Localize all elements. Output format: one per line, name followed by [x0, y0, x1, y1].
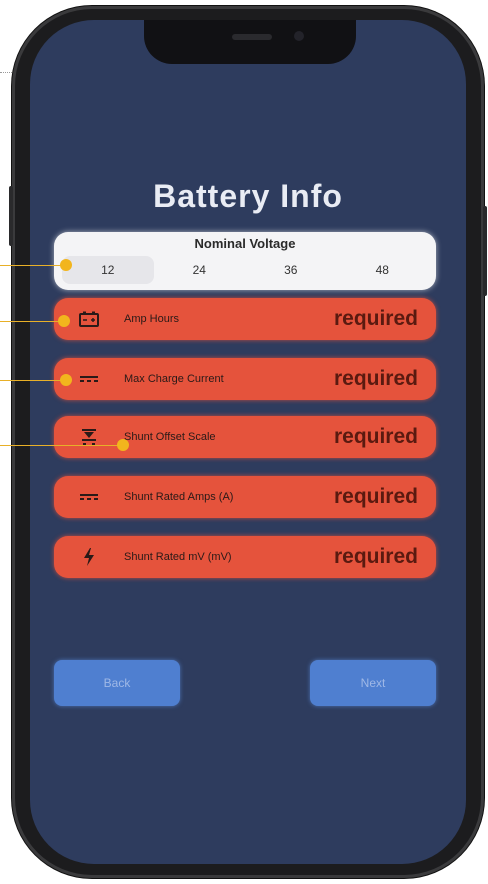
- speaker: [232, 34, 272, 40]
- callout-line: [0, 265, 64, 266]
- voltage-option-36[interactable]: 36: [245, 256, 337, 284]
- nominal-voltage-selector: Nominal Voltage 12 24 36 48: [54, 232, 436, 290]
- dc-current-icon: [76, 358, 102, 400]
- callout-dot: [117, 439, 129, 451]
- field-label: Shunt Offset Scale: [124, 431, 216, 443]
- dc-current-icon: [76, 476, 102, 518]
- callout-dot: [58, 315, 70, 327]
- side-button: [9, 186, 13, 246]
- required-indicator: required: [333, 367, 418, 390]
- shunt-offset-scale-field[interactable]: Shunt Offset Scale required: [54, 416, 436, 458]
- required-indicator: required: [333, 425, 418, 448]
- app-screen: Battery Info Nominal Voltage 12 24 36 48…: [30, 20, 466, 864]
- scale-icon: [76, 416, 102, 458]
- callout-line: [0, 380, 64, 381]
- required-indicator: required: [333, 485, 418, 508]
- callout-line: [0, 445, 122, 446]
- page-title: Battery Info: [153, 178, 343, 214]
- back-button[interactable]: Back: [54, 660, 180, 706]
- max-charge-current-field[interactable]: Max Charge Current required: [54, 358, 436, 400]
- voltage-option-24[interactable]: 24: [154, 256, 246, 284]
- callout-line: [0, 321, 62, 322]
- required-indicator: required: [333, 545, 418, 568]
- shunt-rated-amps-field[interactable]: Shunt Rated Amps (A) required: [54, 476, 436, 518]
- lightning-icon: [76, 536, 102, 578]
- callout-dot: [60, 374, 72, 386]
- field-label: Amp Hours: [124, 313, 180, 325]
- nominal-voltage-label: Nominal Voltage: [194, 236, 296, 251]
- next-button[interactable]: Next: [310, 660, 436, 706]
- field-label: Shunt Rated mV (mV): [124, 551, 232, 563]
- field-label: Shunt Rated Amps (A): [124, 491, 234, 503]
- battery-icon: [76, 298, 102, 340]
- voltage-option-12[interactable]: 12: [62, 256, 154, 284]
- voltage-options: 12 24 36 48: [62, 256, 428, 284]
- front-camera: [294, 31, 304, 41]
- field-label: Max Charge Current: [124, 373, 224, 385]
- side-button: [483, 206, 487, 296]
- shunt-rated-mv-field[interactable]: Shunt Rated mV (mV) required: [54, 536, 436, 578]
- notch: [144, 20, 356, 64]
- amp-hours-field[interactable]: Amp Hours required: [54, 298, 436, 340]
- required-indicator: required: [333, 307, 418, 330]
- callout-dot: [60, 259, 72, 271]
- voltage-option-48[interactable]: 48: [337, 256, 429, 284]
